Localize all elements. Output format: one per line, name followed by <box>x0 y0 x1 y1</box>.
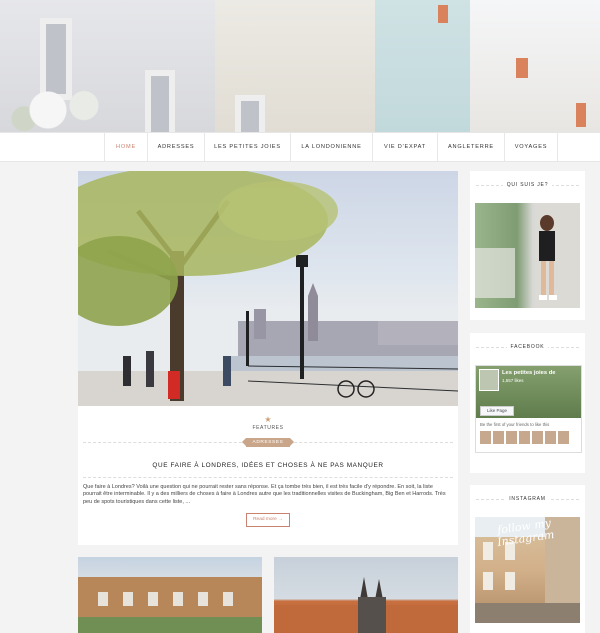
featured-post: ★ FEATURES ADRESSES QUE FAIRE À LONDRES,… <box>78 171 458 545</box>
read-more-button[interactable]: Read more → <box>246 513 290 527</box>
post-title[interactable]: QUE FAIRE À LONDRES, IDÉES ET CHOSES À N… <box>78 462 458 469</box>
nav-item-adresses[interactable]: ADRESSES <box>148 133 205 161</box>
facebook-widget: FACEBOOK Les petites joies de 1,557 like… <box>470 333 585 473</box>
about-widget: QUI SUIS JE? <box>470 171 585 320</box>
divider <box>83 477 453 478</box>
nav-item-voyages[interactable]: VOYAGES <box>505 133 558 161</box>
widget-title: FACEBOOK <box>470 344 585 350</box>
widget-title: INSTAGRAM <box>470 496 585 502</box>
nav-item-vie-dexpat[interactable]: VIE D'EXPAT <box>373 133 438 161</box>
header-image <box>0 0 600 132</box>
facebook-friends-text: Be the first of your friends to like thi… <box>480 422 550 427</box>
facebook-like-button[interactable]: Like Page <box>480 406 514 416</box>
nav-item-la-londonienne[interactable]: LA LONDONIENNE <box>291 133 373 161</box>
nav-item-angleterre[interactable]: ANGLETERRE <box>438 133 505 161</box>
instagram-widget: INSTAGRAM follow my Instagram <box>470 485 585 633</box>
post-excerpt: Que faire à Londres? Voilà une question … <box>83 484 446 505</box>
nav-item-home[interactable]: HOME <box>104 133 148 161</box>
facebook-likes-count: 1,557 likes <box>502 378 524 383</box>
widget-title: QUI SUIS JE? <box>470 182 585 188</box>
post-featured-image[interactable] <box>78 171 458 406</box>
post-category: FEATURES <box>252 425 284 431</box>
facebook-page-avatar[interactable] <box>479 369 499 391</box>
main-navigation: HOME ADRESSES LES PETITES JOIES LA LONDO… <box>0 132 600 162</box>
star-icon: ★ <box>264 415 272 424</box>
post-thumbnail[interactable] <box>274 557 458 633</box>
author-photo <box>475 203 580 308</box>
facebook-page-name[interactable]: Les petites joies de <box>502 370 555 376</box>
facebook-page-plugin[interactable]: Les petites joies de 1,557 likes Like Pa… <box>475 365 582 453</box>
facebook-friend-faces <box>480 431 569 444</box>
post-tag-label[interactable]: ADRESSES <box>242 438 294 447</box>
nav-item-les-petites-joies[interactable]: LES PETITES JOIES <box>205 133 291 161</box>
post-thumbnail[interactable] <box>78 557 262 633</box>
